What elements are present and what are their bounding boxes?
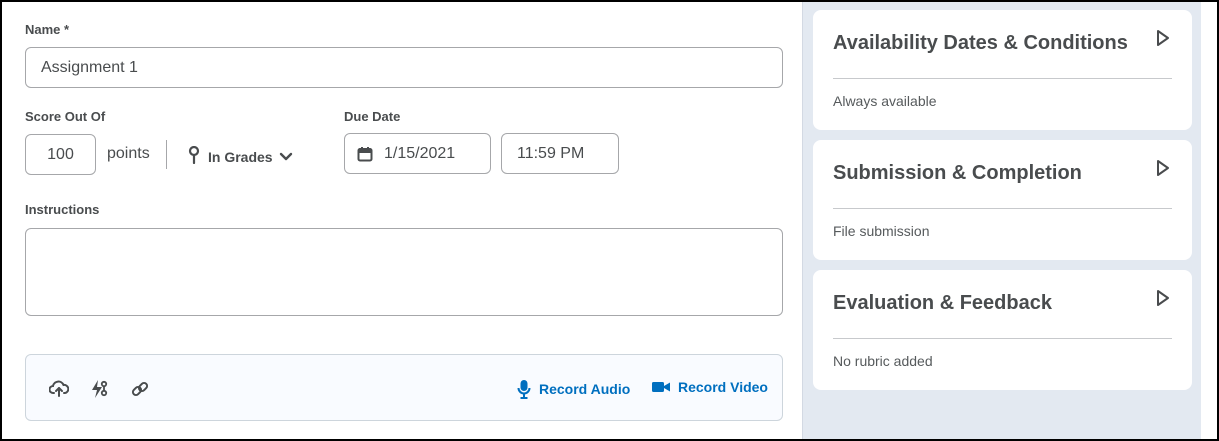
card-summary: File submission (833, 223, 930, 239)
due-time-value: 11:59 PM (517, 144, 585, 162)
due-date-label: Due Date (344, 109, 401, 124)
score-input-value: 100 (47, 145, 74, 163)
name-input-value: Assignment 1 (41, 58, 138, 76)
submission-card[interactable]: Submission & Completion File submission (813, 140, 1192, 260)
points-label: points (107, 145, 150, 162)
score-label: Score Out Of (25, 109, 106, 124)
instructions-label: Instructions (25, 202, 100, 217)
record-video-label: Record Video (678, 379, 768, 395)
video-camera-icon (652, 382, 670, 392)
evaluation-card[interactable]: Evaluation & Feedback No rubric added (813, 270, 1192, 390)
tools-icon[interactable] (89, 379, 109, 399)
card-title: Availability Dates & Conditions (833, 32, 1128, 54)
card-summary: No rubric added (833, 353, 933, 369)
side-panel: Availability Dates & Conditions Always a… (802, 2, 1201, 439)
record-audio-button[interactable]: Record Audio (517, 379, 630, 399)
record-audio-label: Record Audio (539, 381, 631, 397)
chevron-down-icon (279, 149, 293, 165)
in-grades-dropdown[interactable]: In Grades (188, 145, 293, 167)
expand-arrow-icon[interactable] (1156, 29, 1172, 49)
name-input[interactable]: Assignment 1 (25, 47, 783, 88)
divider (166, 140, 167, 169)
attachments-toolbar: Record Audio Record Video (25, 354, 783, 421)
availability-card[interactable]: Availability Dates & Conditions Always a… (813, 10, 1192, 130)
card-divider (833, 208, 1172, 209)
instructions-editor[interactable] (25, 228, 783, 316)
due-time-input[interactable]: 11:59 PM (501, 133, 619, 174)
link-icon[interactable] (130, 379, 150, 399)
pin-icon (188, 145, 200, 167)
in-grades-label: In Grades (208, 148, 273, 165)
upload-icon[interactable] (49, 379, 69, 399)
score-input[interactable]: 100 (25, 134, 96, 175)
record-video-button[interactable]: Record Video (652, 379, 768, 395)
card-title: Submission & Completion (833, 162, 1082, 184)
name-label: Name * (25, 22, 70, 37)
expand-arrow-icon[interactable] (1156, 289, 1172, 309)
due-date-input[interactable]: 1/15/2021 (344, 133, 491, 174)
calendar-icon (357, 146, 373, 162)
card-title: Evaluation & Feedback (833, 292, 1052, 314)
card-summary: Always available (833, 93, 937, 109)
assignment-editor: Name * Assignment 1 Score Out Of 100 poi… (0, 0, 1219, 441)
card-divider (833, 338, 1172, 339)
expand-arrow-icon[interactable] (1156, 159, 1172, 179)
scroll-gutter (1201, 2, 1217, 439)
due-date-value: 1/15/2021 (384, 144, 456, 162)
card-divider (833, 78, 1172, 79)
microphone-icon (517, 380, 531, 399)
